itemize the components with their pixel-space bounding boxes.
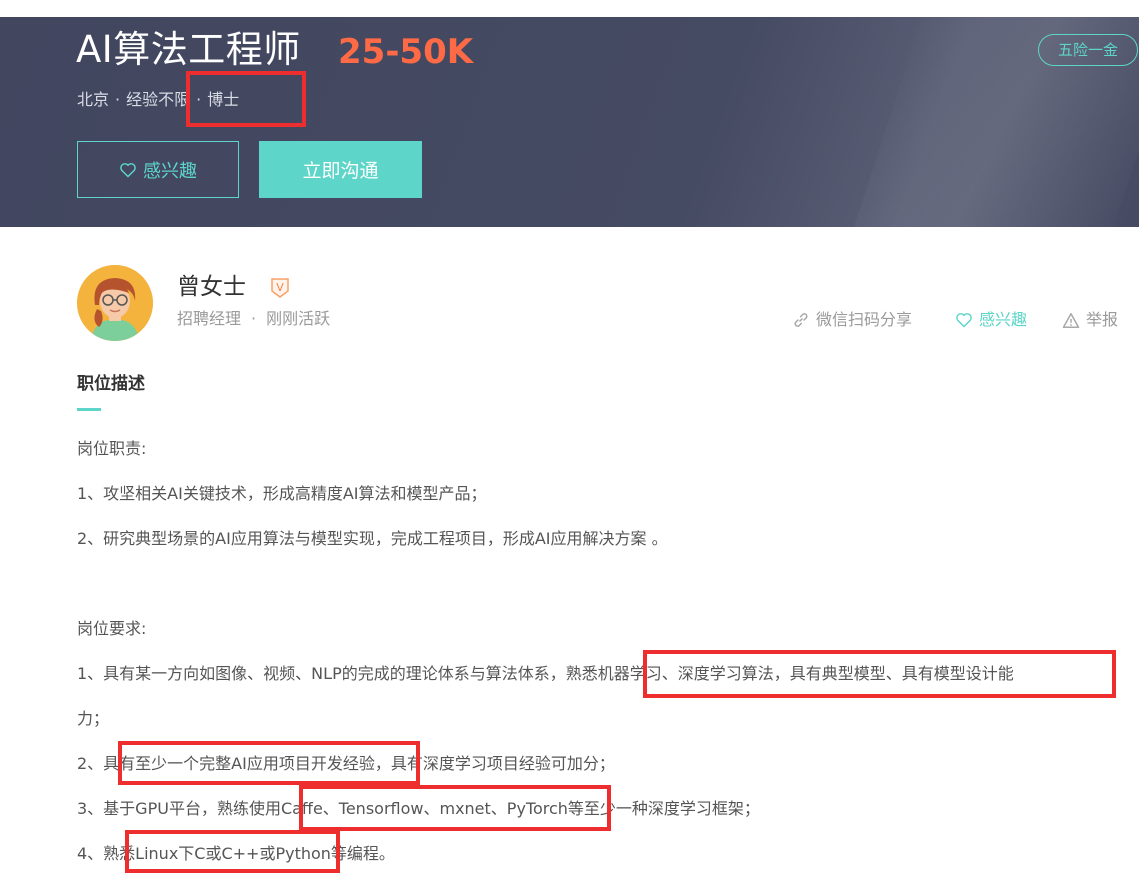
recruiter-role: 招聘经理 [177, 309, 242, 328]
interest-label: 感兴趣 [979, 310, 1028, 329]
job-title: AI算法工程师 [76, 28, 301, 71]
recruiter-separator: · [251, 309, 257, 328]
chat-now-button[interactable]: 立即沟通 [259, 141, 422, 198]
meta-separator: · [115, 90, 121, 109]
highlight-box-frameworks [299, 785, 611, 831]
verified-icon: V [271, 278, 289, 298]
share-wechat-link[interactable]: 微信扫码分享 [792, 308, 912, 332]
job-experience: 经验不限 [126, 90, 191, 109]
avatar [77, 265, 153, 341]
recruiter-name: 曾女士 [177, 274, 246, 300]
desc-line: 2、研究典型场景的AI应用算法与模型实现，完成工程项目，形成AI应用解决方案 。 [77, 529, 668, 548]
report-label: 举报 [1086, 310, 1119, 329]
interest-button[interactable]: 感兴趣 [77, 141, 239, 198]
interest-button-label: 感兴趣 [143, 160, 197, 182]
section-underline [77, 408, 101, 411]
report-link[interactable]: 举报 [1062, 308, 1118, 332]
recruiter-status: 刚刚活跃 [266, 309, 331, 328]
recruiter-subtitle: 招聘经理 · 刚刚活跃 [177, 307, 330, 331]
desc-line: 岗位职责: [77, 439, 147, 458]
salary: 25-50K [338, 32, 474, 72]
job-header: AI算法工程师 25-50K 北京 · 经验不限 · 博士 五险一金 感兴趣 立… [0, 17, 1139, 227]
highlight-box-ml [643, 650, 1116, 698]
interest-link[interactable]: 感兴趣 [955, 308, 1027, 332]
highlight-box-linux [125, 830, 340, 873]
svg-text:V: V [276, 281, 284, 294]
share-label: 微信扫码分享 [816, 310, 913, 329]
link-icon [794, 313, 808, 327]
heart-icon [120, 162, 136, 177]
desc-line: 力； [77, 709, 110, 728]
highlight-box-degree [186, 71, 306, 127]
heart-icon [956, 313, 972, 328]
job-city: 北京 [77, 90, 110, 109]
welfare-badge: 五险一金 [1038, 34, 1138, 66]
desc-line: 1、攻坚相关AI关键技术，形成高精度AI算法和模型产品； [77, 484, 487, 503]
warning-icon [1062, 312, 1080, 328]
highlight-box-project [118, 741, 420, 785]
desc-line: 岗位要求: [77, 619, 147, 638]
section-title: 职位描述 [77, 374, 145, 394]
